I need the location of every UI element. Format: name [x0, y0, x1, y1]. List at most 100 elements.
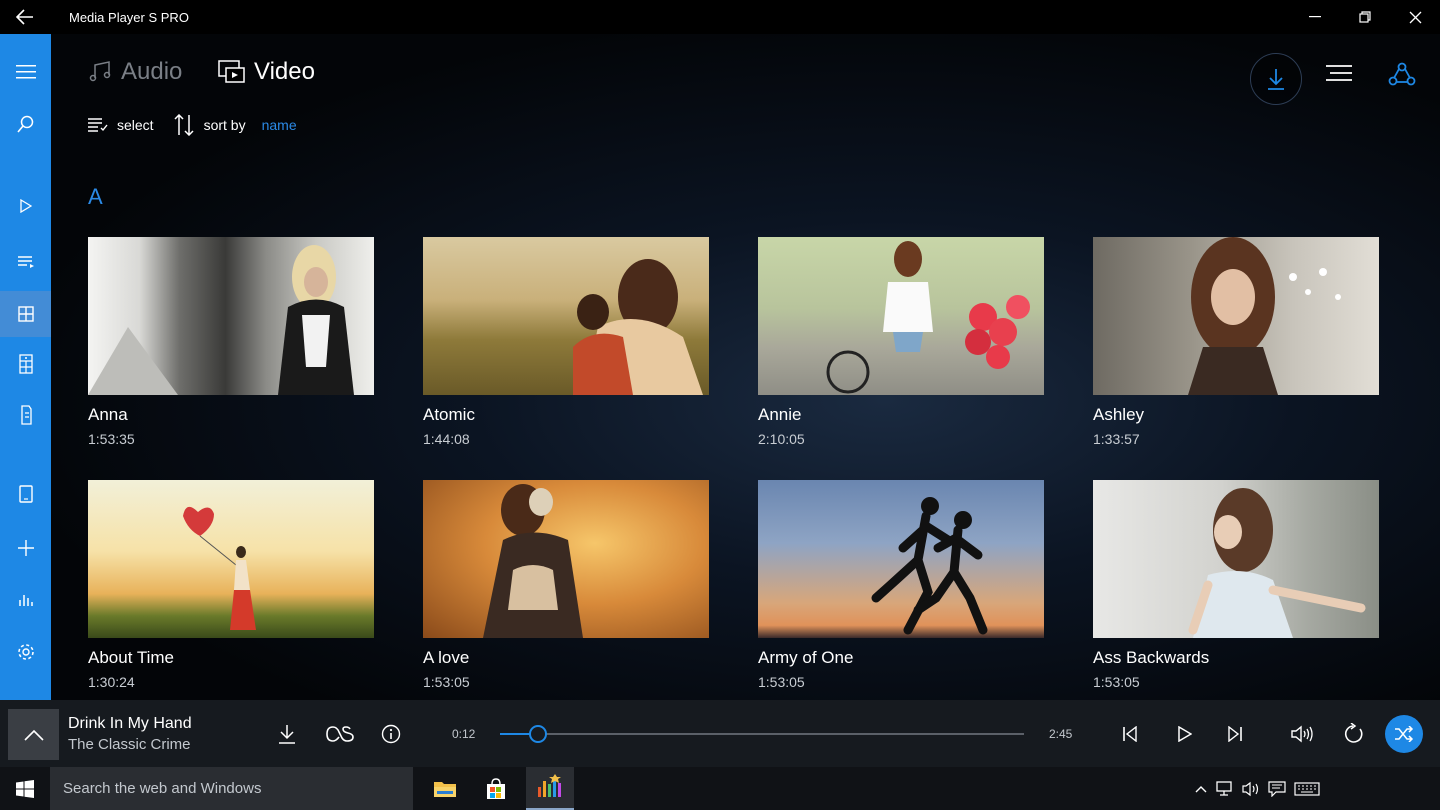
taskbar-media-player[interactable]: [526, 767, 574, 810]
download-button[interactable]: [1250, 53, 1302, 105]
previous-button[interactable]: [1116, 720, 1144, 748]
share-button[interactable]: [1388, 60, 1416, 88]
sidebar-now-playing-button[interactable]: [0, 183, 51, 229]
sort-label: sort by: [203, 117, 246, 133]
section-header[interactable]: A: [88, 184, 103, 210]
network-icon: [1216, 781, 1232, 796]
tablet-icon: [18, 485, 33, 503]
repeat-icon: [1344, 723, 1363, 743]
video-title: Atomic: [423, 405, 475, 424]
select-button[interactable]: select: [88, 117, 154, 133]
photo-runners-silhouette: [871, 497, 988, 635]
video-card[interactable]: A love 1:53:05: [423, 480, 709, 690]
total-time: 2:45: [1049, 727, 1073, 741]
volume-button[interactable]: [1288, 720, 1316, 748]
tray-keyboard[interactable]: [1294, 779, 1320, 799]
window-title: Media Player S PRO: [69, 9, 189, 25]
video-duration: 1:53:05: [423, 674, 470, 690]
lastfm-button[interactable]: [325, 720, 355, 748]
store-icon: [487, 777, 505, 799]
player-download-button[interactable]: [273, 720, 301, 748]
video-thumbnail: [758, 480, 1044, 638]
taskbar-file-explorer[interactable]: [421, 767, 469, 810]
video-card[interactable]: Ashley 1:33:57: [1093, 237, 1379, 447]
elapsed-time: 0:12: [452, 727, 476, 741]
tray-overflow-button[interactable]: [1190, 779, 1212, 799]
taskbar-store[interactable]: [472, 767, 520, 810]
settings-icon: [17, 644, 34, 660]
sidebar-playlist-button[interactable]: [0, 239, 51, 285]
video-card[interactable]: Anna 1:53:35: [88, 237, 374, 447]
menu-icon: [15, 65, 36, 79]
minimize-button[interactable]: [1290, 0, 1340, 34]
next-button[interactable]: [1221, 720, 1249, 748]
grid-icon: [17, 306, 34, 322]
sidebar-settings-button[interactable]: [0, 629, 51, 675]
volume-icon: [1291, 725, 1313, 743]
video-duration: 1:53:05: [1093, 674, 1140, 690]
video-thumbnail: [1093, 480, 1379, 638]
video-duration: 1:30:24: [88, 674, 135, 690]
tray-network[interactable]: [1214, 779, 1236, 799]
video-title: Annie: [758, 405, 802, 424]
sort-value[interactable]: name: [262, 117, 297, 133]
close-button[interactable]: [1390, 0, 1440, 34]
tab-video[interactable]: Video: [218, 58, 315, 86]
sidebar-device-button[interactable]: [0, 392, 51, 438]
tab-audio[interactable]: Audio: [89, 58, 182, 86]
video-card[interactable]: Army of One 1:53:05: [758, 480, 1044, 690]
seek-bar-thumb[interactable]: [529, 725, 547, 743]
expand-player-button[interactable]: [8, 709, 59, 760]
device-icon: [20, 405, 32, 425]
info-button[interactable]: [377, 720, 405, 748]
video-duration: 1:33:57: [1093, 431, 1140, 447]
sidebar: [0, 34, 51, 700]
taskbar: Search the web and Windows: [0, 767, 1440, 810]
shuffle-icon: [1395, 726, 1414, 742]
sidebar-menu-button[interactable]: [0, 49, 51, 95]
video-card[interactable]: Atomic 1:44:08: [423, 237, 709, 447]
video-title: Army of One: [758, 648, 854, 667]
sidebar-tablet-button[interactable]: [0, 471, 51, 517]
seek-bar[interactable]: [500, 725, 1024, 743]
video-duration: 1:53:05: [758, 674, 805, 690]
restore-button[interactable]: [1340, 0, 1390, 34]
keyboard-icon: [1294, 782, 1320, 796]
play-icon: [19, 199, 32, 213]
taskbar-search-input[interactable]: Search the web and Windows: [50, 767, 413, 810]
download-icon: [1268, 69, 1284, 90]
sidebar-add-button[interactable]: [0, 525, 51, 571]
sidebar-media-library-button[interactable]: [0, 341, 51, 387]
photo-woman-blossoms: [1188, 237, 1341, 395]
video-card[interactable]: About Time 1:30:24: [88, 480, 374, 690]
now-playing-artist: The Classic Crime: [68, 736, 191, 753]
chevron-up-icon: [23, 729, 44, 741]
title-bar: Media Player S PRO: [0, 0, 1440, 34]
sort-button[interactable]: sort by name: [174, 114, 297, 136]
shuffle-button[interactable]: [1385, 715, 1423, 753]
minimize-icon: [1309, 16, 1321, 18]
sidebar-library-button[interactable]: [0, 291, 51, 337]
video-icon: [218, 60, 245, 83]
back-button[interactable]: [0, 0, 50, 34]
tray-action-center[interactable]: [1266, 779, 1288, 799]
sidebar-equalizer-button[interactable]: [0, 576, 51, 622]
repeat-button[interactable]: [1339, 720, 1367, 748]
folder-icon: [434, 781, 456, 797]
video-card[interactable]: Annie 2:10:05: [758, 237, 1044, 447]
list-view-button[interactable]: [1326, 64, 1352, 82]
video-thumbnail: [423, 237, 709, 395]
start-button[interactable]: [0, 767, 50, 810]
photo-woman-street: [88, 245, 354, 395]
video-thumbnail: [1093, 237, 1379, 395]
tray-volume[interactable]: [1240, 779, 1262, 799]
video-thumbnail: [758, 237, 1044, 395]
music-note-icon: [89, 61, 111, 82]
photo-girl-bicycle-balloons: [826, 241, 1030, 394]
media-library-icon: [18, 354, 33, 374]
video-duration: 1:53:35: [88, 431, 135, 447]
search-icon: [16, 115, 33, 133]
sidebar-search-button[interactable]: [0, 101, 51, 147]
video-card[interactable]: Ass Backwards 1:53:05: [1093, 480, 1379, 690]
play-button[interactable]: [1171, 720, 1199, 748]
